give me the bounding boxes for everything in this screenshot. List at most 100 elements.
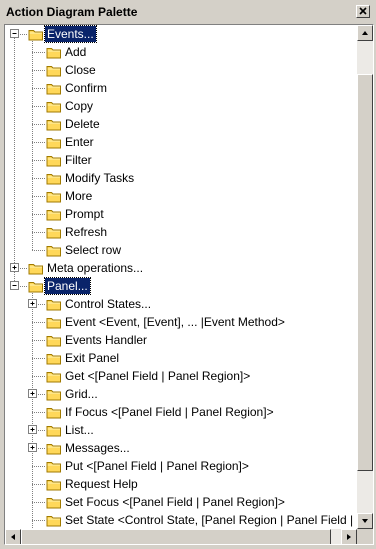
expand-plus-icon[interactable]	[28, 425, 37, 434]
expand-plus-icon[interactable]	[28, 389, 37, 398]
tree-item-label: Refresh	[65, 225, 108, 239]
folder-icon	[28, 262, 44, 275]
folder-icon	[46, 64, 62, 77]
horizontal-scrollbar[interactable]	[5, 529, 357, 544]
tree-folder-row[interactable]: Meta operations...	[5, 259, 357, 277]
tree-item-row[interactable]: If Focus <[Panel Field | Panel Region]>	[5, 403, 357, 421]
tree-item-row[interactable]: Exit Panel	[5, 349, 357, 367]
tree-item-row[interactable]: Request Help	[5, 475, 357, 493]
tree-item-label: Prompt	[65, 207, 104, 221]
folder-icon	[46, 100, 62, 113]
folder-icon	[46, 172, 62, 185]
collapse-minus-icon[interactable]	[10, 29, 19, 38]
folder-icon	[46, 46, 62, 59]
tree-item-label: Panel...	[44, 277, 91, 295]
tree-connector	[32, 232, 46, 233]
tree-item-label: List...	[65, 423, 94, 437]
tree-item-row[interactable]: Select row	[5, 241, 357, 259]
tree-item-label: Messages...	[65, 441, 130, 455]
tree-item-row[interactable]: Events Handler	[5, 331, 357, 349]
tree-item-row[interactable]: Grid...	[5, 385, 357, 403]
tree-item-row[interactable]: Copy	[5, 97, 357, 115]
tree-item-label: Event <Event, [Event], ... |Event Method…	[65, 315, 285, 329]
palette-tree[interactable]: Events... Add Close Confirm Copy Delete …	[4, 24, 374, 545]
tree-connector	[32, 124, 46, 125]
expand-plus-icon[interactable]	[10, 263, 19, 272]
tree-content: Events... Add Close Confirm Copy Delete …	[5, 25, 357, 529]
collapse-minus-icon[interactable]	[10, 281, 19, 290]
tree-item-row[interactable]: Get <[Panel Field | Panel Region]>	[5, 367, 357, 385]
tree-item-row[interactable]: Confirm	[5, 79, 357, 97]
tree-item-row[interactable]: Modify Tasks	[5, 169, 357, 187]
vertical-scroll-thumb[interactable]	[357, 74, 373, 471]
tree-folder-row[interactable]: Panel...	[5, 277, 357, 295]
tree-item-label: Modify Tasks	[65, 171, 135, 185]
tree-item-label: Get <[Panel Field | Panel Region]>	[65, 369, 251, 383]
tree-item-label: Select row	[65, 243, 122, 257]
folder-icon	[46, 298, 62, 311]
tree-item-row[interactable]: Enter	[5, 133, 357, 151]
arrow-left-icon	[11, 534, 15, 540]
folder-icon	[46, 442, 62, 455]
tree-item-row[interactable]: Put <[Panel Field | Panel Region]>	[5, 457, 357, 475]
tree-item-row[interactable]: Event <Event, [Event], ... |Event Method…	[5, 313, 357, 331]
tree-item-row[interactable]: Control States...	[5, 295, 357, 313]
tree-item-label: If Focus <[Panel Field | Panel Region]>	[65, 405, 274, 419]
tree-item-label: Request Help	[65, 477, 138, 491]
tree-connector	[32, 250, 46, 251]
folder-icon	[46, 316, 62, 329]
tree-item-label: Add	[65, 45, 87, 59]
tree-item-label: Delete	[65, 117, 100, 131]
scroll-down-button[interactable]	[357, 513, 373, 529]
expand-plus-icon[interactable]	[28, 299, 37, 308]
folder-icon	[46, 352, 62, 365]
tree-item-label: Put <[Panel Field | Panel Region]>	[65, 459, 249, 473]
folder-icon	[46, 406, 62, 419]
tree-folder-row[interactable]: Events...	[5, 25, 357, 43]
close-button[interactable]	[356, 5, 370, 18]
tree-item-label: Close	[65, 63, 96, 77]
tree-item-row[interactable]: Prompt	[5, 205, 357, 223]
horizontal-scroll-thumb[interactable]	[21, 529, 332, 544]
vertical-scrollbar[interactable]	[357, 25, 373, 529]
folder-icon	[46, 514, 62, 527]
folder-icon	[46, 118, 62, 131]
tree-connector	[32, 70, 46, 71]
tree-connector	[32, 484, 46, 485]
arrow-up-icon	[362, 31, 368, 35]
tree-item-row[interactable]: More	[5, 187, 357, 205]
scroll-left-button[interactable]	[5, 529, 21, 544]
action-diagram-palette-window: Action Diagram Palette Events... Add Clo…	[0, 0, 376, 549]
tree-item-label: Events Handler	[65, 333, 148, 347]
tree-item-row[interactable]: Close	[5, 61, 357, 79]
expand-plus-icon[interactable]	[28, 443, 37, 452]
title-bar[interactable]: Action Diagram Palette	[2, 2, 374, 22]
tree-item-label: Events...	[44, 25, 97, 43]
tree-item-row[interactable]: Delete	[5, 115, 357, 133]
tree-item-label: Control States...	[65, 297, 152, 311]
tree-connector	[32, 142, 46, 143]
tree-item-row[interactable]: Refresh	[5, 223, 357, 241]
tree-connector	[32, 466, 46, 467]
folder-icon	[46, 82, 62, 95]
folder-icon	[46, 154, 62, 167]
tree-connector	[32, 340, 46, 341]
folder-icon	[46, 136, 62, 149]
folder-icon	[46, 460, 62, 473]
tree-item-label: Copy	[65, 99, 94, 113]
window-title: Action Diagram Palette	[6, 5, 138, 19]
tree-connector	[32, 52, 46, 53]
tree-item-label: Meta operations...	[47, 261, 144, 275]
tree-item-row[interactable]: Add	[5, 43, 357, 61]
tree-item-row[interactable]: Filter	[5, 151, 357, 169]
folder-icon	[46, 496, 62, 509]
tree-item-row[interactable]: Messages...	[5, 439, 357, 457]
tree-connector	[32, 502, 46, 503]
tree-item-label: Set State <Control State, [Panel Region …	[65, 513, 357, 527]
tree-connector	[32, 196, 46, 197]
scroll-right-button[interactable]	[341, 529, 357, 544]
scroll-up-button[interactable]	[357, 25, 373, 41]
tree-item-row[interactable]: Set Focus <[Panel Field | Panel Region]>	[5, 493, 357, 511]
tree-item-row[interactable]: List...	[5, 421, 357, 439]
tree-item-row[interactable]: Set State <Control State, [Panel Region …	[5, 511, 357, 529]
